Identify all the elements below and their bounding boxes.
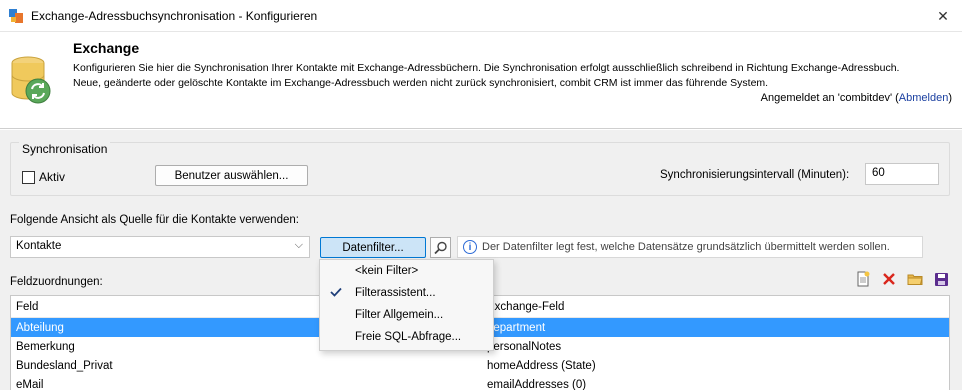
sync-legend: Synchronisation <box>19 142 111 156</box>
close-button[interactable]: ✕ <box>930 4 956 28</box>
close-icon: ✕ <box>937 7 949 24</box>
filter-info-box: i Der Datenfilter legt fest, welche Date… <box>457 236 923 258</box>
source-view-select[interactable]: Kontakte ⌵ <box>10 236 310 258</box>
field-mapping-label: Feldzuordnungen: <box>10 276 103 288</box>
active-label: Aktiv <box>39 170 66 184</box>
menu-item-filter-general[interactable]: Filter Allgemein... <box>320 304 493 326</box>
folder-icon <box>907 274 923 285</box>
header-description: Konfigurieren Sie hier die Synchronisati… <box>73 61 933 91</box>
logout-link[interactable]: Abmelden <box>899 92 949 104</box>
table-row[interactable]: eMail emailAddresses (0) <box>11 375 949 390</box>
menu-item-no-filter[interactable]: <kein Filter> <box>320 260 493 282</box>
cell-exchange: department <box>487 321 546 334</box>
description-line-2: Neue, geänderte oder gelöschte Kontakte … <box>73 77 769 89</box>
login-suffix: ) <box>948 92 952 104</box>
description-line-1: Konfigurieren Sie hier die Synchronisati… <box>73 62 900 74</box>
menu-item-label: <kein Filter> <box>355 265 419 277</box>
interval-label: Synchronisierungsintervall (Minuten): <box>660 169 850 181</box>
menu-item-label: Freie SQL-Abfrage... <box>355 331 462 343</box>
new-mapping-button[interactable] <box>854 270 872 288</box>
window-title: Exchange-Adressbuchsynchronisation - Kon… <box>31 9 318 23</box>
table-row[interactable]: Bundesland_Privat homeAddress (State) <box>11 356 949 375</box>
login-prefix: Angemeldet an 'combitdev' ( <box>760 92 899 104</box>
field-toolbar <box>854 270 950 288</box>
save-icon <box>934 272 948 286</box>
database-sync-icon <box>11 56 51 104</box>
save-button[interactable] <box>932 270 950 288</box>
menu-item-label: Filter Allgemein... <box>355 309 444 321</box>
app-icon <box>9 9 23 23</box>
info-icon: i <box>463 240 477 254</box>
chevron-down-icon: ⌵ <box>294 239 303 251</box>
header-title: Exchange <box>73 40 140 56</box>
cell-exchange: homeAddress (State) <box>487 359 596 372</box>
filter-search-button[interactable] <box>430 237 451 258</box>
menu-item-filter-assistant[interactable]: Filterassistent... <box>320 282 493 304</box>
source-view-value: Kontakte <box>16 240 62 252</box>
new-document-icon <box>857 271 870 287</box>
cell-feld: eMail <box>16 378 44 390</box>
cell-feld: Bundesland_Privat <box>16 359 113 372</box>
menu-item-label: Filterassistent... <box>355 287 436 299</box>
source-view-label: Folgende Ansicht als Quelle für die Kont… <box>10 214 299 226</box>
active-checkbox[interactable] <box>22 170 35 184</box>
checkmark-icon <box>330 287 342 297</box>
delete-mapping-button[interactable] <box>880 270 898 288</box>
select-users-button[interactable]: Benutzer auswählen... <box>155 165 308 186</box>
open-folder-button[interactable] <box>906 270 924 288</box>
login-status: Angemeldet an 'combitdev' (Abmelden) <box>761 92 952 104</box>
datenfilter-button[interactable]: Datenfilter... <box>320 237 426 258</box>
cell-exchange: personalNotes <box>487 340 562 353</box>
search-icon <box>433 241 447 254</box>
filter-dropdown-menu: <kein Filter> Filterassistent... Filter … <box>319 259 494 351</box>
main-panel: Synchronisation Aktiv Benutzer auswählen… <box>0 130 962 390</box>
cell-exchange: emailAddresses (0) <box>487 378 587 390</box>
interval-input[interactable]: 60 <box>865 163 939 185</box>
filter-info-text: Der Datenfilter legt fest, welche Datens… <box>482 241 890 253</box>
title-bar: Exchange-Adressbuchsynchronisation - Kon… <box>0 0 962 32</box>
menu-item-sql-query[interactable]: Freie SQL-Abfrage... <box>320 326 493 348</box>
header-panel: Exchange Konfigurieren Sie hier die Sync… <box>0 33 962 129</box>
column-header-exchange[interactable]: Exchange-Feld <box>482 301 949 313</box>
delete-icon <box>883 273 895 285</box>
active-checkbox-row[interactable]: Aktiv <box>22 170 65 184</box>
